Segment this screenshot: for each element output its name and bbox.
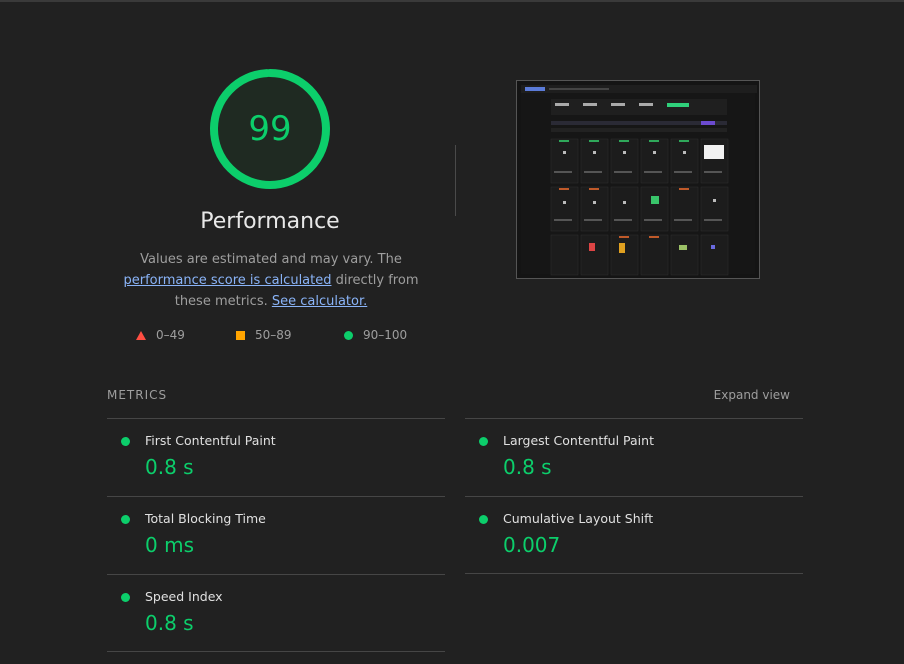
metric-value: 0.007	[503, 533, 561, 557]
expand-view-toggle[interactable]: Expand view	[714, 388, 790, 402]
performance-score: 99	[248, 109, 292, 149]
legend-pass: 90–100	[344, 326, 407, 344]
metric-label: Speed Index	[145, 589, 223, 604]
legend-average: 50–89	[236, 326, 292, 344]
legend-fail: 0–49	[136, 326, 185, 344]
metric-cumulative-layout-shift: Cumulative Layout Shift 0.007	[465, 496, 803, 574]
metric-largest-contentful-paint: Largest Contentful Paint 0.8 s	[465, 418, 803, 496]
metric-first-contentful-paint: First Contentful Paint 0.8 s	[107, 418, 445, 496]
metric-label: Cumulative Layout Shift	[503, 511, 654, 526]
description-text-prefix: Values are estimated and may vary. The	[140, 252, 402, 267]
screenshot-content	[521, 85, 757, 276]
metrics-header: METRICS	[107, 388, 168, 402]
legend-average-label: 50–89	[255, 328, 292, 342]
pass-circle-icon	[479, 515, 488, 524]
metric-speed-index: Speed Index 0.8 s	[107, 574, 445, 652]
legend-fail-label: 0–49	[156, 328, 185, 342]
screenshot-image	[521, 85, 757, 276]
circle-icon	[344, 330, 353, 340]
square-icon	[236, 330, 245, 340]
performance-description: Values are estimated and may vary. The p…	[118, 249, 424, 312]
metric-label: Total Blocking Time	[145, 511, 266, 526]
performance-gauge: 99	[208, 67, 332, 191]
legend-pass-label: 90–100	[363, 328, 408, 342]
metric-value: 0.8 s	[503, 455, 552, 479]
metric-value: 0.8 s	[145, 455, 194, 479]
pass-circle-icon	[121, 437, 130, 446]
metric-value: 0 ms	[145, 533, 194, 557]
pass-circle-icon	[121, 593, 130, 602]
pass-circle-icon	[121, 515, 130, 524]
metric-row-divider	[465, 573, 803, 574]
performance-title: Performance	[200, 209, 340, 234]
performance-score-link[interactable]: performance score is calculated	[123, 273, 331, 288]
see-calculator-link[interactable]: See calculator.	[272, 294, 367, 309]
vertical-divider	[455, 145, 456, 216]
top-border	[0, 0, 904, 2]
metric-label: First Contentful Paint	[145, 433, 276, 448]
page-screenshot-thumbnail[interactable]	[516, 80, 760, 279]
pass-circle-icon	[479, 437, 488, 446]
metric-total-blocking-time: Total Blocking Time 0 ms	[107, 496, 445, 574]
metric-label: Largest Contentful Paint	[503, 433, 654, 448]
metric-value: 0.8 s	[145, 611, 194, 635]
triangle-icon	[136, 330, 146, 340]
metric-row-divider	[107, 651, 445, 652]
